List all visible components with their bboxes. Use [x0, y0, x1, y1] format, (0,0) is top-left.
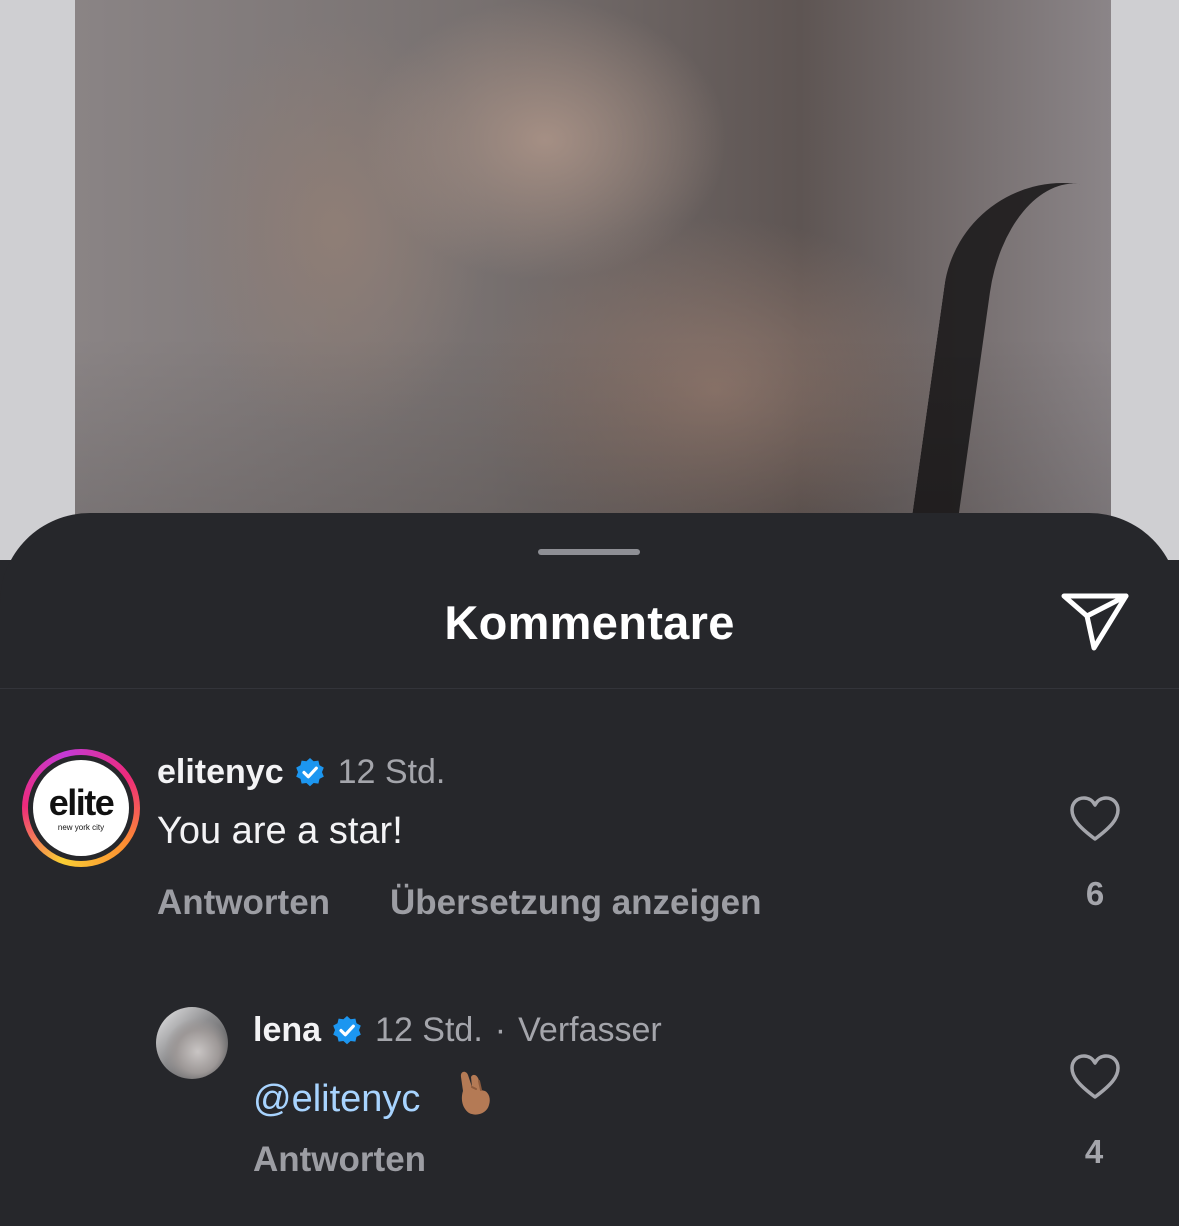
- logo-text: elite: [48, 782, 115, 823]
- logo-subtext: new york city: [57, 823, 105, 832]
- comment-time: 12 Std.: [375, 1011, 483, 1049]
- mention-link[interactable]: @elitenyc: [253, 1078, 420, 1120]
- comment-time: 12 Std.: [337, 753, 446, 791]
- like-count: 4: [1084, 1133, 1104, 1170]
- author-badge: Verfasser: [518, 1011, 662, 1049]
- comment-username[interactable]: elitenyc: [157, 753, 284, 792]
- avatar-story-ring[interactable]: elite new york city: [22, 749, 140, 867]
- heart-icon[interactable]: [1069, 795, 1121, 843]
- reply-button[interactable]: Antworten: [157, 883, 330, 923]
- comments-sheet: Kommentare elite new york city elitenyc …: [0, 513, 1179, 1226]
- avatar[interactable]: [156, 1007, 228, 1079]
- comment-text: You are a star!: [157, 810, 403, 852]
- comment-username[interactable]: lena: [253, 1011, 321, 1050]
- comment-text: @elitenyc: [253, 1067, 495, 1121]
- comment-header: lena 12 Std. · Verfasser: [253, 1011, 662, 1050]
- header-divider: [0, 688, 1179, 689]
- translate-button[interactable]: Übersetzung anzeigen: [390, 883, 761, 923]
- like-count: 6: [1085, 875, 1105, 912]
- drag-handle[interactable]: [538, 549, 640, 555]
- sheet-title: Kommentare: [444, 596, 735, 649]
- reply-button[interactable]: Antworten: [253, 1140, 426, 1180]
- verified-badge-icon: [333, 1015, 361, 1044]
- heart-icon[interactable]: [1069, 1053, 1121, 1101]
- meta-separator: ·: [494, 1011, 507, 1049]
- photo-shade: [75, 0, 1111, 560]
- verified-badge-icon: [295, 757, 324, 786]
- paper-plane-icon[interactable]: [1060, 590, 1130, 652]
- crossed-fingers-emoji-icon: [460, 1071, 490, 1115]
- avatar: elite new york city: [33, 760, 129, 856]
- comment-header: elitenyc 12 Std.: [157, 753, 445, 792]
